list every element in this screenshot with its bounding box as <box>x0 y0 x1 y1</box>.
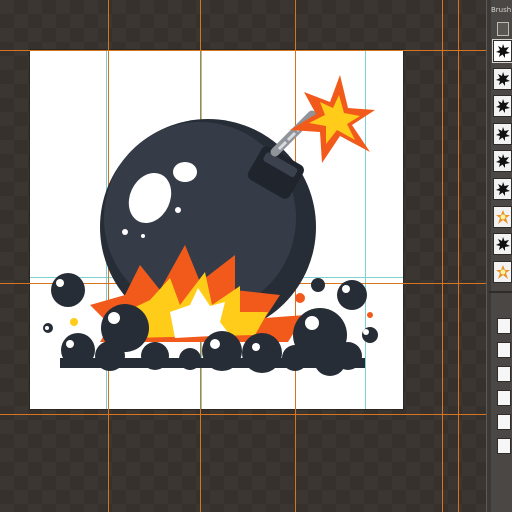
guide-line-vertical[interactable] <box>458 0 459 512</box>
panel-strip <box>487 0 491 512</box>
layer-thumbnail[interactable] <box>497 438 511 454</box>
brush-preset-item[interactable] <box>493 95 512 118</box>
debris-dot <box>70 318 78 326</box>
bomb-sparkle <box>122 229 128 235</box>
panel-label <box>495 304 512 314</box>
brush-preset-item[interactable] <box>493 122 512 145</box>
splat-brush-icon <box>495 99 510 114</box>
brush-preset-item[interactable] <box>493 205 512 228</box>
bomb-sparkle <box>141 234 145 238</box>
brush-preset-item[interactable] <box>493 150 512 173</box>
layer-thumbnail[interactable] <box>497 318 511 334</box>
bomb-sparkle <box>175 207 181 213</box>
guide-line-vertical[interactable] <box>442 0 443 512</box>
debris-dot <box>45 326 49 330</box>
brush-preset-list <box>492 39 512 288</box>
brush-preset-item[interactable] <box>493 260 512 283</box>
splat-brush-icon <box>495 237 510 252</box>
layer-thumbnail[interactable] <box>497 342 511 358</box>
debris-dot <box>295 293 305 303</box>
layer-thumbnail[interactable] <box>497 366 511 382</box>
burst-brush-icon <box>495 264 510 279</box>
brush-preset-item[interactable] <box>493 177 512 200</box>
splat-brush-icon <box>495 154 510 169</box>
splat-brush-icon <box>495 44 510 58</box>
debris-dot <box>362 327 378 343</box>
guide-line-horizontal[interactable] <box>0 414 486 415</box>
layer-thumbnail[interactable] <box>497 414 511 430</box>
brush-preset-item[interactable] <box>493 233 512 256</box>
splat-brush-icon <box>495 181 510 196</box>
panel-divider[interactable] <box>489 291 512 293</box>
layer-list <box>495 318 512 462</box>
splat-brush-icon <box>495 71 510 86</box>
splat-brush-icon <box>495 126 510 141</box>
bomb-explosion-artwork <box>43 75 378 376</box>
debris-dot <box>363 329 369 335</box>
panel-header: Brush Presets <box>491 6 512 14</box>
burst-brush-icon <box>495 209 510 224</box>
brush-preset-item[interactable] <box>492 39 512 63</box>
debris-dot <box>367 312 373 318</box>
brush-checkbox[interactable] <box>497 22 509 36</box>
bomb-shine <box>173 162 197 182</box>
layer-thumbnail[interactable] <box>497 390 511 406</box>
brush-preset-item[interactable] <box>493 67 512 90</box>
